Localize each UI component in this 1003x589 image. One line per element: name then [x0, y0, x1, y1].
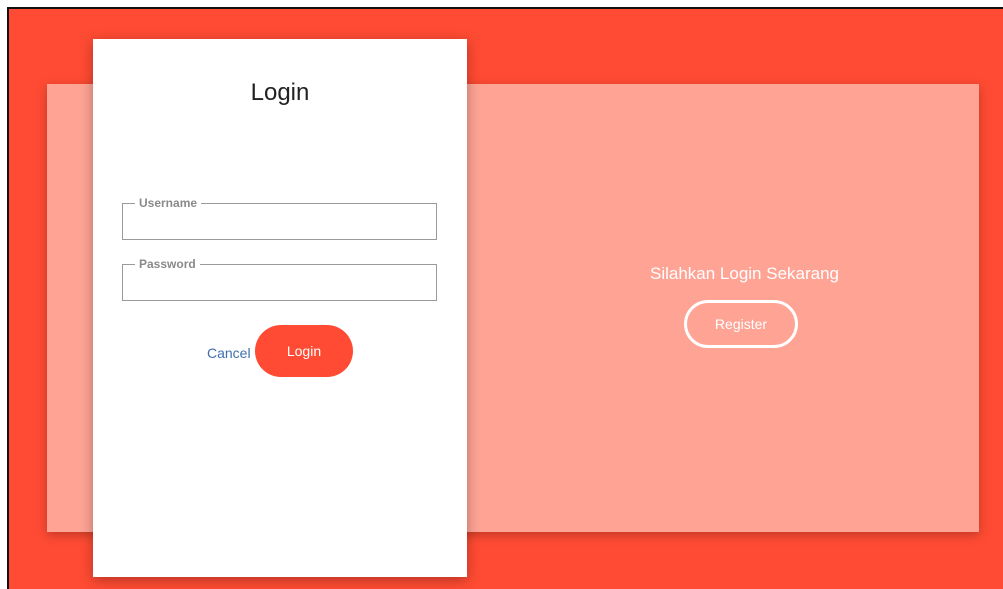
login-prompt-text: Silahkan Login Sekarang — [649, 264, 840, 283]
app-frame: Silahkan Login Sekarang Register Login U… — [7, 7, 1003, 589]
login-title: Login — [250, 79, 310, 106]
login-card: Login Username Password Cancel Login — [93, 39, 467, 577]
login-button[interactable]: Login — [255, 325, 353, 377]
cancel-link[interactable]: Cancel — [207, 345, 251, 361]
username-field[interactable]: Username — [122, 196, 437, 240]
username-input[interactable] — [131, 210, 432, 238]
password-label: Password — [139, 257, 196, 271]
password-field[interactable]: Password — [122, 257, 437, 301]
register-button[interactable]: Register — [684, 300, 798, 348]
username-label: Username — [139, 196, 198, 210]
password-input[interactable] — [131, 271, 432, 299]
